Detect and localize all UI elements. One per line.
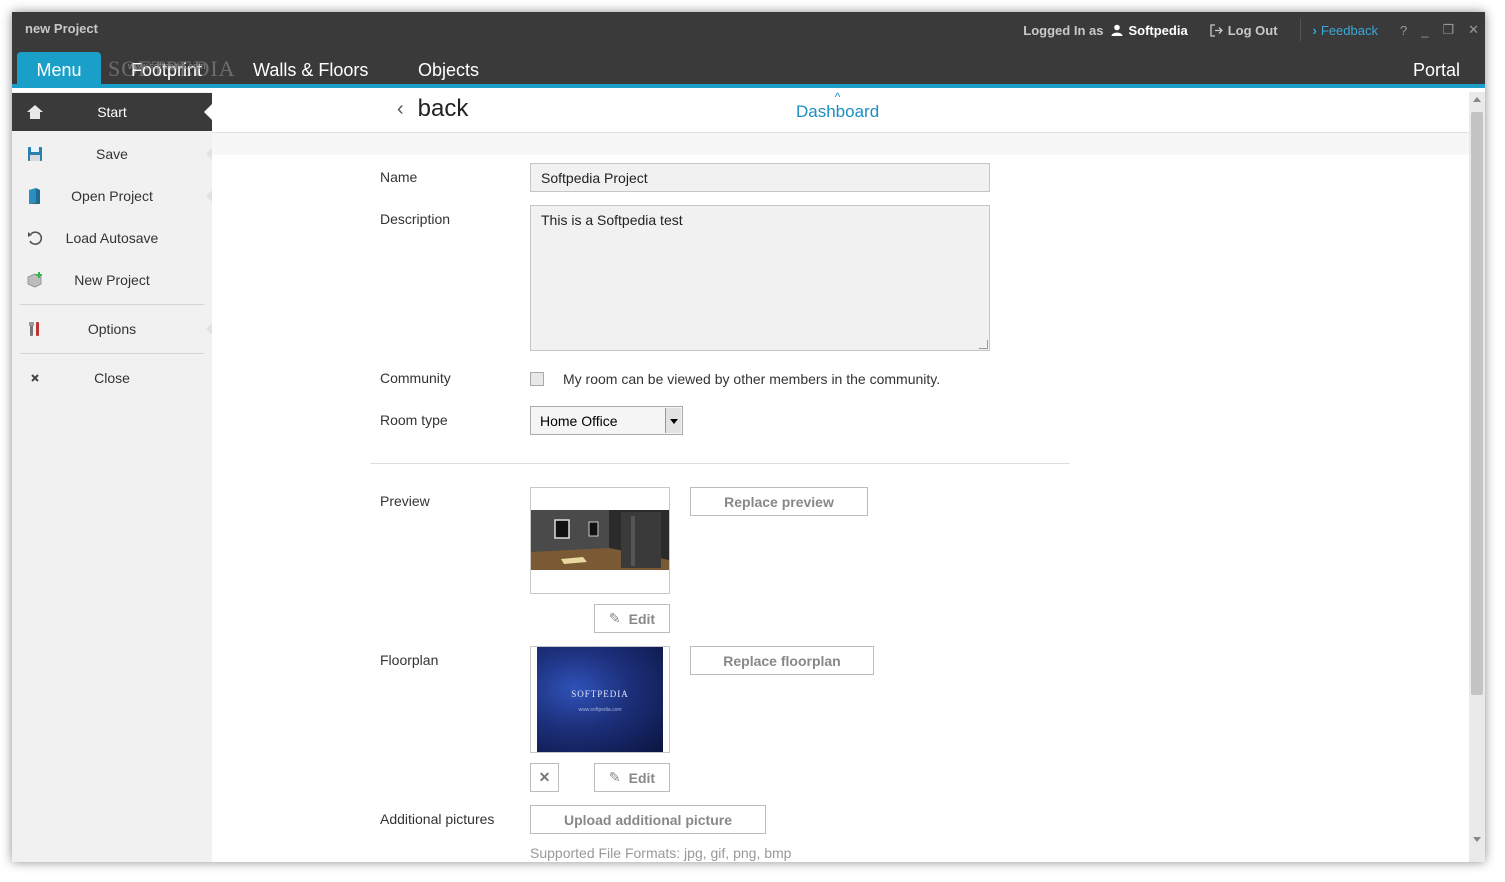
user-account[interactable]: Softpedia xyxy=(1111,22,1188,38)
preview-thumbnail xyxy=(530,487,670,594)
floorplan-image-url: www.softpedia.com xyxy=(578,707,622,713)
chevron-right-icon: › xyxy=(1312,22,1317,38)
community-checkbox[interactable] xyxy=(530,372,544,386)
floorplan-label: Floorplan xyxy=(380,652,439,668)
sidebar-divider xyxy=(20,353,204,354)
main-nav: SOFTPEDIA Menu Footprint Walls & Floors … xyxy=(12,48,1485,88)
dashboard-label: Dashboard xyxy=(796,102,880,121)
close-icon: ✕ xyxy=(538,769,551,785)
sidebar-divider xyxy=(20,304,204,305)
chevron-down-icon[interactable] xyxy=(665,408,681,433)
minimize-icon[interactable]: _ xyxy=(1421,23,1428,38)
user-name: Softpedia xyxy=(1128,22,1188,38)
user-icon xyxy=(1111,24,1123,36)
sidebar-item-open-project[interactable]: Open Project xyxy=(12,177,212,215)
back-label: back xyxy=(417,95,469,122)
replace-floorplan-button[interactable]: Replace floorplan xyxy=(690,646,874,675)
title-bar-controls: Logged In as Softpedia Log Out › Feedbac… xyxy=(1023,12,1485,48)
dashboard-link[interactable]: ^ Dashboard xyxy=(796,92,879,122)
tab-objects[interactable]: Objects xyxy=(418,60,479,81)
community-checkbox-label: My room can be viewed by other members i… xyxy=(563,371,941,387)
edit-label: Edit xyxy=(628,610,656,627)
preview-image xyxy=(531,510,669,570)
edit-preview-button[interactable]: ✎ Edit xyxy=(594,604,670,633)
preview-label: Preview xyxy=(380,493,430,509)
chevron-up-icon: ^ xyxy=(834,92,841,104)
menu-tab[interactable]: Menu xyxy=(17,52,101,88)
undo-icon xyxy=(28,231,43,245)
sidebar-item-close[interactable]: Close xyxy=(12,359,212,397)
floorplan-image-text: SOFTPEDIA xyxy=(571,689,629,699)
room-type-select[interactable]: Home Office xyxy=(530,406,683,435)
close-icon xyxy=(31,374,39,382)
vertical-scrollbar[interactable] xyxy=(1469,92,1485,862)
header-band xyxy=(212,133,1469,155)
upload-additional-picture-button[interactable]: Upload additional picture xyxy=(530,805,766,834)
remove-floorplan-button[interactable]: ✕ xyxy=(530,763,559,792)
description-text: This is a Softpedia test xyxy=(541,212,683,228)
logout-button[interactable]: Log Out xyxy=(1210,23,1278,38)
replace-preview-button[interactable]: Replace preview xyxy=(690,487,868,516)
feedback-label: Feedback xyxy=(1320,22,1378,38)
logout-icon xyxy=(1210,23,1223,37)
additional-pictures-label: Additional pictures xyxy=(380,811,495,827)
supported-formats-text: Supported File Formats: jpg, gif, png, b… xyxy=(530,845,792,861)
restore-icon[interactable]: ❐ xyxy=(1442,22,1454,38)
folder-icon xyxy=(29,188,40,204)
room-type-label: Room type xyxy=(380,412,448,428)
back-button[interactable]: ‹ back xyxy=(397,95,468,123)
title-bar: new Project Logged In as Softpedia Log O… xyxy=(12,12,1485,48)
watermark-url: www.softpedia.com xyxy=(128,61,206,71)
description-label: Description xyxy=(380,211,451,227)
sidebar-item-save[interactable]: Save xyxy=(12,135,212,173)
name-field[interactable]: Softpedia Project xyxy=(530,163,990,192)
home-icon xyxy=(27,105,43,119)
sidebar-item-new-project[interactable]: New Project xyxy=(12,261,212,299)
feedback-link[interactable]: › Feedback xyxy=(1313,23,1378,38)
edit-floorplan-button[interactable]: ✎ Edit xyxy=(594,763,670,792)
tab-walls-floors[interactable]: Walls & Floors xyxy=(253,60,368,81)
name-label: Name xyxy=(380,169,418,185)
content-header: ‹ back ^ Dashboard xyxy=(212,92,1469,133)
logout-label: Log Out xyxy=(1227,22,1278,38)
sidebar-item-load-autosave[interactable]: Load Autosave xyxy=(12,219,212,257)
edit-label: Edit xyxy=(628,769,656,786)
help-button[interactable]: ? xyxy=(1400,23,1407,38)
tools-icon xyxy=(29,322,39,336)
pencil-icon: ✎ xyxy=(608,769,621,785)
scrollbar-thumb[interactable] xyxy=(1471,112,1483,695)
app-window: new Project Logged In as Softpedia Log O… xyxy=(12,12,1485,862)
floppy-icon xyxy=(28,147,42,161)
sidebar-menu: Start Save Open Project Load Autosave Ne… xyxy=(12,92,212,862)
floorplan-thumbnail: SOFTPEDIA www.softpedia.com xyxy=(530,646,670,753)
logged-in-label: Logged In as xyxy=(1023,22,1104,38)
room-type-value: Home Office xyxy=(540,413,618,429)
window-close-icon[interactable]: ✕ xyxy=(1468,22,1479,38)
sidebar-item-start[interactable]: Start xyxy=(12,93,212,131)
sidebar-item-options[interactable]: Options xyxy=(12,310,212,348)
pencil-icon: ✎ xyxy=(608,610,621,626)
scroll-down-icon[interactable] xyxy=(1473,837,1481,842)
divider xyxy=(1299,19,1301,41)
window-title: new Project xyxy=(25,21,98,36)
tab-portal[interactable]: Portal xyxy=(1413,60,1460,81)
community-label: Community xyxy=(380,370,451,386)
chevron-left-icon: ‹ xyxy=(397,97,404,120)
resize-grip-icon[interactable] xyxy=(979,340,988,349)
description-field[interactable]: This is a Softpedia test xyxy=(530,205,990,351)
section-divider xyxy=(370,463,1070,464)
new-project-icon xyxy=(27,272,42,288)
main-content: ‹ back ^ Dashboard Name Softpedia Projec… xyxy=(212,92,1469,862)
nav-accent-bar xyxy=(12,84,1485,88)
scroll-up-icon[interactable] xyxy=(1473,97,1481,102)
floorplan-image: SOFTPEDIA www.softpedia.com xyxy=(537,647,663,752)
